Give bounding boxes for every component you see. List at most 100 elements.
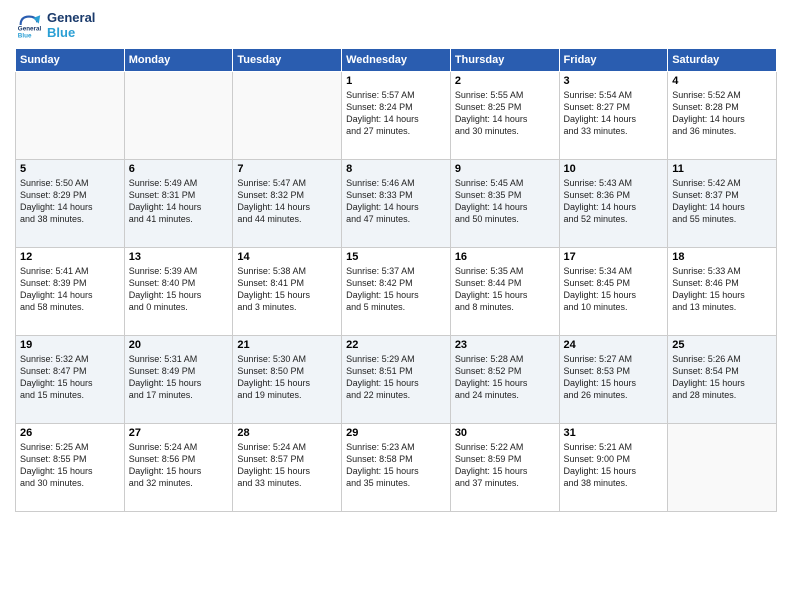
day-number: 22 [346,339,446,351]
cell-details: Sunrise: 5:46 AM Sunset: 8:33 PM Dayligh… [346,177,446,226]
cell-details: Sunrise: 5:39 AM Sunset: 8:40 PM Dayligh… [129,265,229,314]
cell-details: Sunrise: 5:55 AM Sunset: 8:25 PM Dayligh… [455,89,555,138]
cell-details: Sunrise: 5:38 AM Sunset: 8:41 PM Dayligh… [237,265,337,314]
day-number: 30 [455,427,555,439]
day-number: 21 [237,339,337,351]
day-number: 29 [346,427,446,439]
calendar-cell: 27Sunrise: 5:24 AM Sunset: 8:56 PM Dayli… [124,424,233,512]
day-number: 8 [346,163,446,175]
calendar-cell: 30 Sunrise: 5:22 AM Sunset: 8:59 PM Dayli… [450,424,559,512]
calendar-cell: 12Sunrise: 5:41 AM Sunset: 8:39 PM Dayli… [16,248,125,336]
cell-details: Sunrise: 5:29 AM Sunset: 8:51 PM Dayligh… [346,353,446,402]
week-row-2: 5 Sunrise: 5:50 AM Sunset: 8:29 PM Daylig… [16,160,777,248]
cell-details: Sunrise: 5:21 AM Sunset: 9:00 PM Dayligh… [564,441,664,490]
week-row-5: 26Sunrise: 5:25 AM Sunset: 8:55 PM Dayli… [16,424,777,512]
cell-details: Sunrise: 5:34 AM Sunset: 8:45 PM Dayligh… [564,265,664,314]
calendar: SundayMondayTuesdayWednesdayThursdayFrid… [15,48,777,512]
calendar-cell: 2 Sunrise: 5:55 AM Sunset: 8:25 PM Daylig… [450,72,559,160]
day-number: 13 [129,251,229,263]
cell-details: Sunrise: 5:23 AM Sunset: 8:58 PM Dayligh… [346,441,446,490]
cell-details: Sunrise: 5:45 AM Sunset: 8:35 PM Dayligh… [455,177,555,226]
day-number: 11 [672,163,772,175]
cell-details: Sunrise: 5:52 AM Sunset: 8:28 PM Dayligh… [672,89,772,138]
weekday-header-sunday: Sunday [16,49,125,72]
day-number: 10 [564,163,664,175]
week-row-4: 19 Sunrise: 5:32 AM Sunset: 8:47 PM Dayli… [16,336,777,424]
calendar-cell: 23 Sunrise: 5:28 AM Sunset: 8:52 PM Dayli… [450,336,559,424]
weekday-header-friday: Friday [559,49,668,72]
cell-details: Sunrise: 5:43 AM Sunset: 8:36 PM Dayligh… [564,177,664,226]
calendar-cell: 18 Sunrise: 5:33 AM Sunset: 8:46 PM Dayli… [668,248,777,336]
cell-details: Sunrise: 5:28 AM Sunset: 8:52 PM Dayligh… [455,353,555,402]
cell-details: Sunrise: 5:41 AM Sunset: 8:39 PM Dayligh… [20,265,120,314]
header: General Blue General Blue [15,10,777,40]
day-number: 14 [237,251,337,263]
calendar-cell: 21 Sunrise: 5:30 AM Sunset: 8:50 PM Dayli… [233,336,342,424]
calendar-cell: 24 Sunrise: 5:27 AM Sunset: 8:53 PM Dayli… [559,336,668,424]
day-number: 26 [20,427,120,439]
day-number: 16 [455,251,555,263]
calendar-cell: 22 Sunrise: 5:29 AM Sunset: 8:51 PM Dayli… [342,336,451,424]
day-number: 25 [672,339,772,351]
cell-details: Sunrise: 5:32 AM Sunset: 8:47 PM Dayligh… [20,353,120,402]
calendar-cell: 29 Sunrise: 5:23 AM Sunset: 8:58 PM Dayli… [342,424,451,512]
calendar-cell: 13 Sunrise: 5:39 AM Sunset: 8:40 PM Dayli… [124,248,233,336]
calendar-cell: 26Sunrise: 5:25 AM Sunset: 8:55 PM Dayli… [16,424,125,512]
calendar-cell: 19 Sunrise: 5:32 AM Sunset: 8:47 PM Dayli… [16,336,125,424]
day-number: 28 [237,427,337,439]
day-number: 3 [564,75,664,87]
day-number: 2 [455,75,555,87]
calendar-cell: 20 Sunrise: 5:31 AM Sunset: 8:49 PM Dayli… [124,336,233,424]
cell-details: Sunrise: 5:47 AM Sunset: 8:32 PM Dayligh… [237,177,337,226]
calendar-cell: 9 Sunrise: 5:45 AM Sunset: 8:35 PM Daylig… [450,160,559,248]
day-number: 24 [564,339,664,351]
day-number: 9 [455,163,555,175]
cell-details: Sunrise: 5:50 AM Sunset: 8:29 PM Dayligh… [20,177,120,226]
cell-details: Sunrise: 5:49 AM Sunset: 8:31 PM Dayligh… [129,177,229,226]
day-number: 23 [455,339,555,351]
day-number: 4 [672,75,772,87]
day-number: 18 [672,251,772,263]
calendar-cell: 10 Sunrise: 5:43 AM Sunset: 8:36 PM Dayli… [559,160,668,248]
calendar-cell: 16Sunrise: 5:35 AM Sunset: 8:44 PM Dayli… [450,248,559,336]
calendar-cell [124,72,233,160]
day-number: 6 [129,163,229,175]
calendar-cell: 8 Sunrise: 5:46 AM Sunset: 8:33 PM Daylig… [342,160,451,248]
logo-text-line1: General [47,10,95,25]
calendar-cell: 15 Sunrise: 5:37 AM Sunset: 8:42 PM Dayli… [342,248,451,336]
calendar-cell: 11Sunrise: 5:42 AM Sunset: 8:37 PM Dayli… [668,160,777,248]
calendar-cell: 3Sunrise: 5:54 AM Sunset: 8:27 PM Daylig… [559,72,668,160]
weekday-header-row: SundayMondayTuesdayWednesdayThursdayFrid… [16,49,777,72]
calendar-cell: 14 Sunrise: 5:38 AM Sunset: 8:41 PM Dayli… [233,248,342,336]
weekday-header-thursday: Thursday [450,49,559,72]
day-number: 7 [237,163,337,175]
day-number: 31 [564,427,664,439]
cell-details: Sunrise: 5:26 AM Sunset: 8:54 PM Dayligh… [672,353,772,402]
calendar-cell: 7 Sunrise: 5:47 AM Sunset: 8:32 PM Daylig… [233,160,342,248]
calendar-cell [233,72,342,160]
weekday-header-saturday: Saturday [668,49,777,72]
cell-details: Sunrise: 5:22 AM Sunset: 8:59 PM Dayligh… [455,441,555,490]
weekday-header-wednesday: Wednesday [342,49,451,72]
day-number: 5 [20,163,120,175]
day-number: 15 [346,251,446,263]
cell-details: Sunrise: 5:30 AM Sunset: 8:50 PM Dayligh… [237,353,337,402]
day-number: 19 [20,339,120,351]
calendar-cell: 6 Sunrise: 5:49 AM Sunset: 8:31 PM Daylig… [124,160,233,248]
logo-icon: General Blue [15,11,43,39]
day-number: 20 [129,339,229,351]
calendar-cell [16,72,125,160]
day-number: 27 [129,427,229,439]
week-row-1: 1Sunrise: 5:57 AM Sunset: 8:24 PM Daylig… [16,72,777,160]
day-number: 17 [564,251,664,263]
page: General Blue General Blue SundayMondayTu… [0,0,792,612]
calendar-cell [668,424,777,512]
cell-details: Sunrise: 5:37 AM Sunset: 8:42 PM Dayligh… [346,265,446,314]
cell-details: Sunrise: 5:31 AM Sunset: 8:49 PM Dayligh… [129,353,229,402]
cell-details: Sunrise: 5:27 AM Sunset: 8:53 PM Dayligh… [564,353,664,402]
logo: General Blue General Blue [15,10,95,40]
calendar-cell: 28Sunrise: 5:24 AM Sunset: 8:57 PM Dayli… [233,424,342,512]
cell-details: Sunrise: 5:33 AM Sunset: 8:46 PM Dayligh… [672,265,772,314]
cell-details: Sunrise: 5:57 AM Sunset: 8:24 PM Dayligh… [346,89,446,138]
weekday-header-tuesday: Tuesday [233,49,342,72]
